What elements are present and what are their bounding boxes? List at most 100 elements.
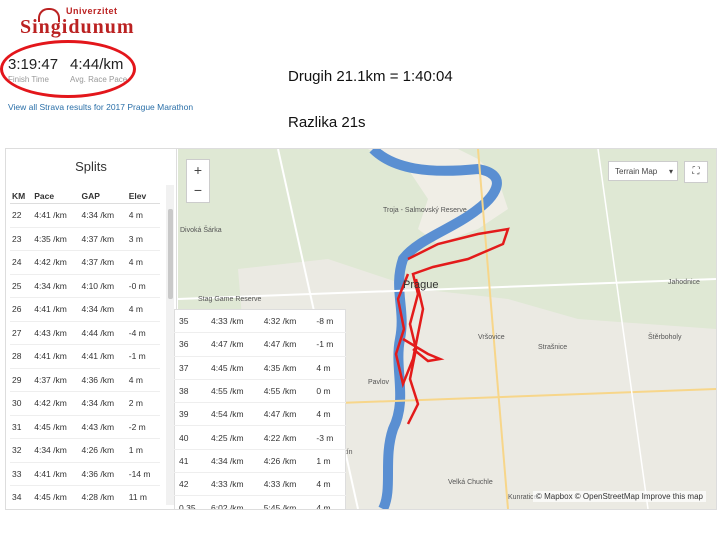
table-cell: 4:35 /km bbox=[32, 227, 80, 251]
table-cell: 4:41 /km bbox=[32, 344, 80, 369]
table-cell: 4:34 /km bbox=[79, 297, 127, 322]
table-row: 34 4:45 /km 4:28 /km 11 m bbox=[10, 485, 160, 509]
map-attribution[interactable]: © Mapbox © OpenStreetMap Improve this ma… bbox=[533, 491, 706, 502]
map-label: Velká Chuchle bbox=[448, 479, 493, 486]
splits-column-header: Pace bbox=[32, 189, 80, 204]
table-cell: 0 m bbox=[312, 379, 346, 404]
table-cell: 5:45 /km bbox=[259, 495, 313, 509]
strava-activity-panel: Splits KM Pace GAP Elev 22 4:41 /km 4:34 /km 4… bbox=[5, 148, 717, 510]
table-row: 35 4:33 /km 4:32 /km -8 m bbox=[174, 309, 346, 334]
table-cell: 41 bbox=[174, 449, 207, 474]
table-row: 25 4:34 /km 4:10 /km -0 m bbox=[10, 274, 160, 298]
table-cell: 4:47 /km bbox=[207, 332, 260, 357]
table-row: 29 4:37 /km 4:36 /km 4 m bbox=[10, 368, 160, 392]
map-label: Vršovice bbox=[478, 334, 505, 341]
fullscreen-button[interactable]: ⛶ bbox=[684, 161, 708, 183]
table-cell: 4:32 /km bbox=[259, 309, 313, 334]
table-cell: 4:33 /km bbox=[207, 309, 260, 334]
logo-main-text: Singidunum bbox=[20, 16, 135, 38]
table-cell: 4:34 /km bbox=[32, 274, 80, 298]
table-cell: 4:54 /km bbox=[207, 402, 260, 427]
splits-table: KM Pace GAP Elev 22 4:41 /km 4:34 /km 4 m 23 4:3… bbox=[10, 189, 160, 509]
table-cell: 37 bbox=[174, 356, 207, 380]
table-cell: 0.35 bbox=[174, 495, 207, 509]
table-cell: 4:33 /km bbox=[207, 472, 260, 497]
table-cell: 33 bbox=[10, 462, 33, 486]
table-row: 23 4:35 /km 4:37 /km 3 m bbox=[10, 227, 160, 251]
table-row: 36 4:47 /km 4:47 /km -1 m bbox=[174, 332, 346, 357]
table-row: 30 4:42 /km 4:34 /km 2 m bbox=[10, 391, 160, 416]
table-cell: 4 m bbox=[126, 203, 160, 228]
splits-column-header: Elev bbox=[126, 189, 160, 204]
table-cell: 40 bbox=[174, 425, 207, 450]
table-row: 41 4:34 /km 4:26 /km 1 m bbox=[174, 449, 346, 474]
table-cell: 4:55 /km bbox=[207, 379, 260, 404]
table-row: 24 4:42 /km 4:37 /km 4 m bbox=[10, 250, 160, 275]
strava-results-link[interactable]: View all Strava results for 2017 Prague … bbox=[8, 102, 193, 112]
table-cell: -2 m bbox=[126, 415, 160, 439]
zoom-in-button[interactable]: + bbox=[187, 160, 209, 180]
map-type-select[interactable]: Terrain Map ▾ bbox=[608, 161, 678, 181]
table-cell: -3 m bbox=[312, 425, 346, 450]
second-half-time: Drugih 21.1km = 1:40:04 bbox=[288, 68, 453, 85]
table-row: 0.35 6:02 /km 5:45 /km 4 m bbox=[174, 495, 346, 509]
table-cell: -4 m bbox=[126, 321, 160, 345]
zoom-out-button[interactable]: − bbox=[187, 180, 209, 200]
table-cell: 4 m bbox=[126, 250, 160, 275]
map-zoom-control: + − bbox=[186, 159, 210, 203]
table-row: 38 4:55 /km 4:55 /km 0 m bbox=[174, 379, 346, 404]
table-cell: 38 bbox=[174, 379, 207, 404]
table-cell: -1 m bbox=[312, 332, 346, 357]
table-cell: 42 bbox=[174, 472, 207, 497]
table-cell: 31 bbox=[10, 415, 33, 439]
splits-overlay-table: 35 4:33 /km 4:32 /km -8 m 36 4:47 /km 4:47 /km… bbox=[174, 309, 346, 509]
table-cell: 4:37 /km bbox=[79, 227, 127, 251]
table-row: 22 4:41 /km 4:34 /km 4 m bbox=[10, 203, 160, 228]
table-row: 37 4:45 /km 4:35 /km 4 m bbox=[174, 356, 346, 380]
table-cell: 4:34 /km bbox=[79, 391, 127, 416]
table-cell: 4:34 /km bbox=[32, 438, 80, 463]
table-cell: 1 m bbox=[126, 438, 160, 463]
map-type-label: Terrain Map bbox=[615, 167, 658, 176]
table-cell: 4:36 /km bbox=[79, 368, 127, 392]
table-cell: 4 m bbox=[312, 356, 346, 380]
table-cell: 4:45 /km bbox=[32, 415, 80, 439]
table-cell: 4 m bbox=[312, 402, 346, 427]
table-cell: 4:45 /km bbox=[207, 356, 260, 380]
table-cell: 4:26 /km bbox=[79, 438, 127, 463]
splits-panel: Splits KM Pace GAP Elev 22 4:41 /km 4:34 /km 4… bbox=[6, 149, 177, 509]
highlight-circle bbox=[0, 40, 136, 98]
table-cell: 4 m bbox=[312, 472, 346, 497]
table-cell: 39 bbox=[174, 402, 207, 427]
table-cell: 4:41 /km bbox=[32, 462, 80, 486]
table-row: 32 4:34 /km 4:26 /km 1 m bbox=[10, 438, 160, 463]
table-cell: 4:34 /km bbox=[207, 449, 260, 474]
table-row: 42 4:33 /km 4:33 /km 4 m bbox=[174, 472, 346, 497]
table-cell: 28 bbox=[10, 344, 33, 369]
table-cell: 4:37 /km bbox=[79, 250, 127, 275]
map-label: Divoká Šárka bbox=[180, 227, 222, 234]
table-cell: -0 m bbox=[126, 274, 160, 298]
table-cell: 3 m bbox=[126, 227, 160, 251]
table-cell: 1 m bbox=[312, 449, 346, 474]
table-cell: 4:41 /km bbox=[79, 344, 127, 369]
map-label: Stag Game Reserve bbox=[198, 296, 262, 303]
map-label-city: Prague bbox=[403, 279, 439, 291]
table-cell: 4:37 /km bbox=[32, 368, 80, 392]
table-cell: 4:44 /km bbox=[79, 321, 127, 345]
table-cell: 34 bbox=[10, 485, 33, 509]
table-cell: 32 bbox=[10, 438, 33, 463]
table-cell: -8 m bbox=[312, 309, 346, 334]
table-cell: 4:42 /km bbox=[32, 391, 80, 416]
table-cell: 4:43 /km bbox=[32, 321, 80, 345]
table-cell: -1 m bbox=[126, 344, 160, 369]
map-label: Pavlov bbox=[368, 379, 390, 386]
map-label: Troja - Salmovský Reserve bbox=[383, 207, 467, 214]
table-cell: 4:41 /km bbox=[32, 297, 80, 322]
table-cell: 4:41 /km bbox=[32, 203, 80, 228]
table-cell: 4:28 /km bbox=[79, 485, 127, 509]
time-difference: Razlika 21s bbox=[288, 114, 366, 131]
table-cell: 23 bbox=[10, 227, 33, 251]
splits-column-header: GAP bbox=[79, 189, 127, 204]
splits-scroll-thumb[interactable] bbox=[168, 209, 173, 299]
